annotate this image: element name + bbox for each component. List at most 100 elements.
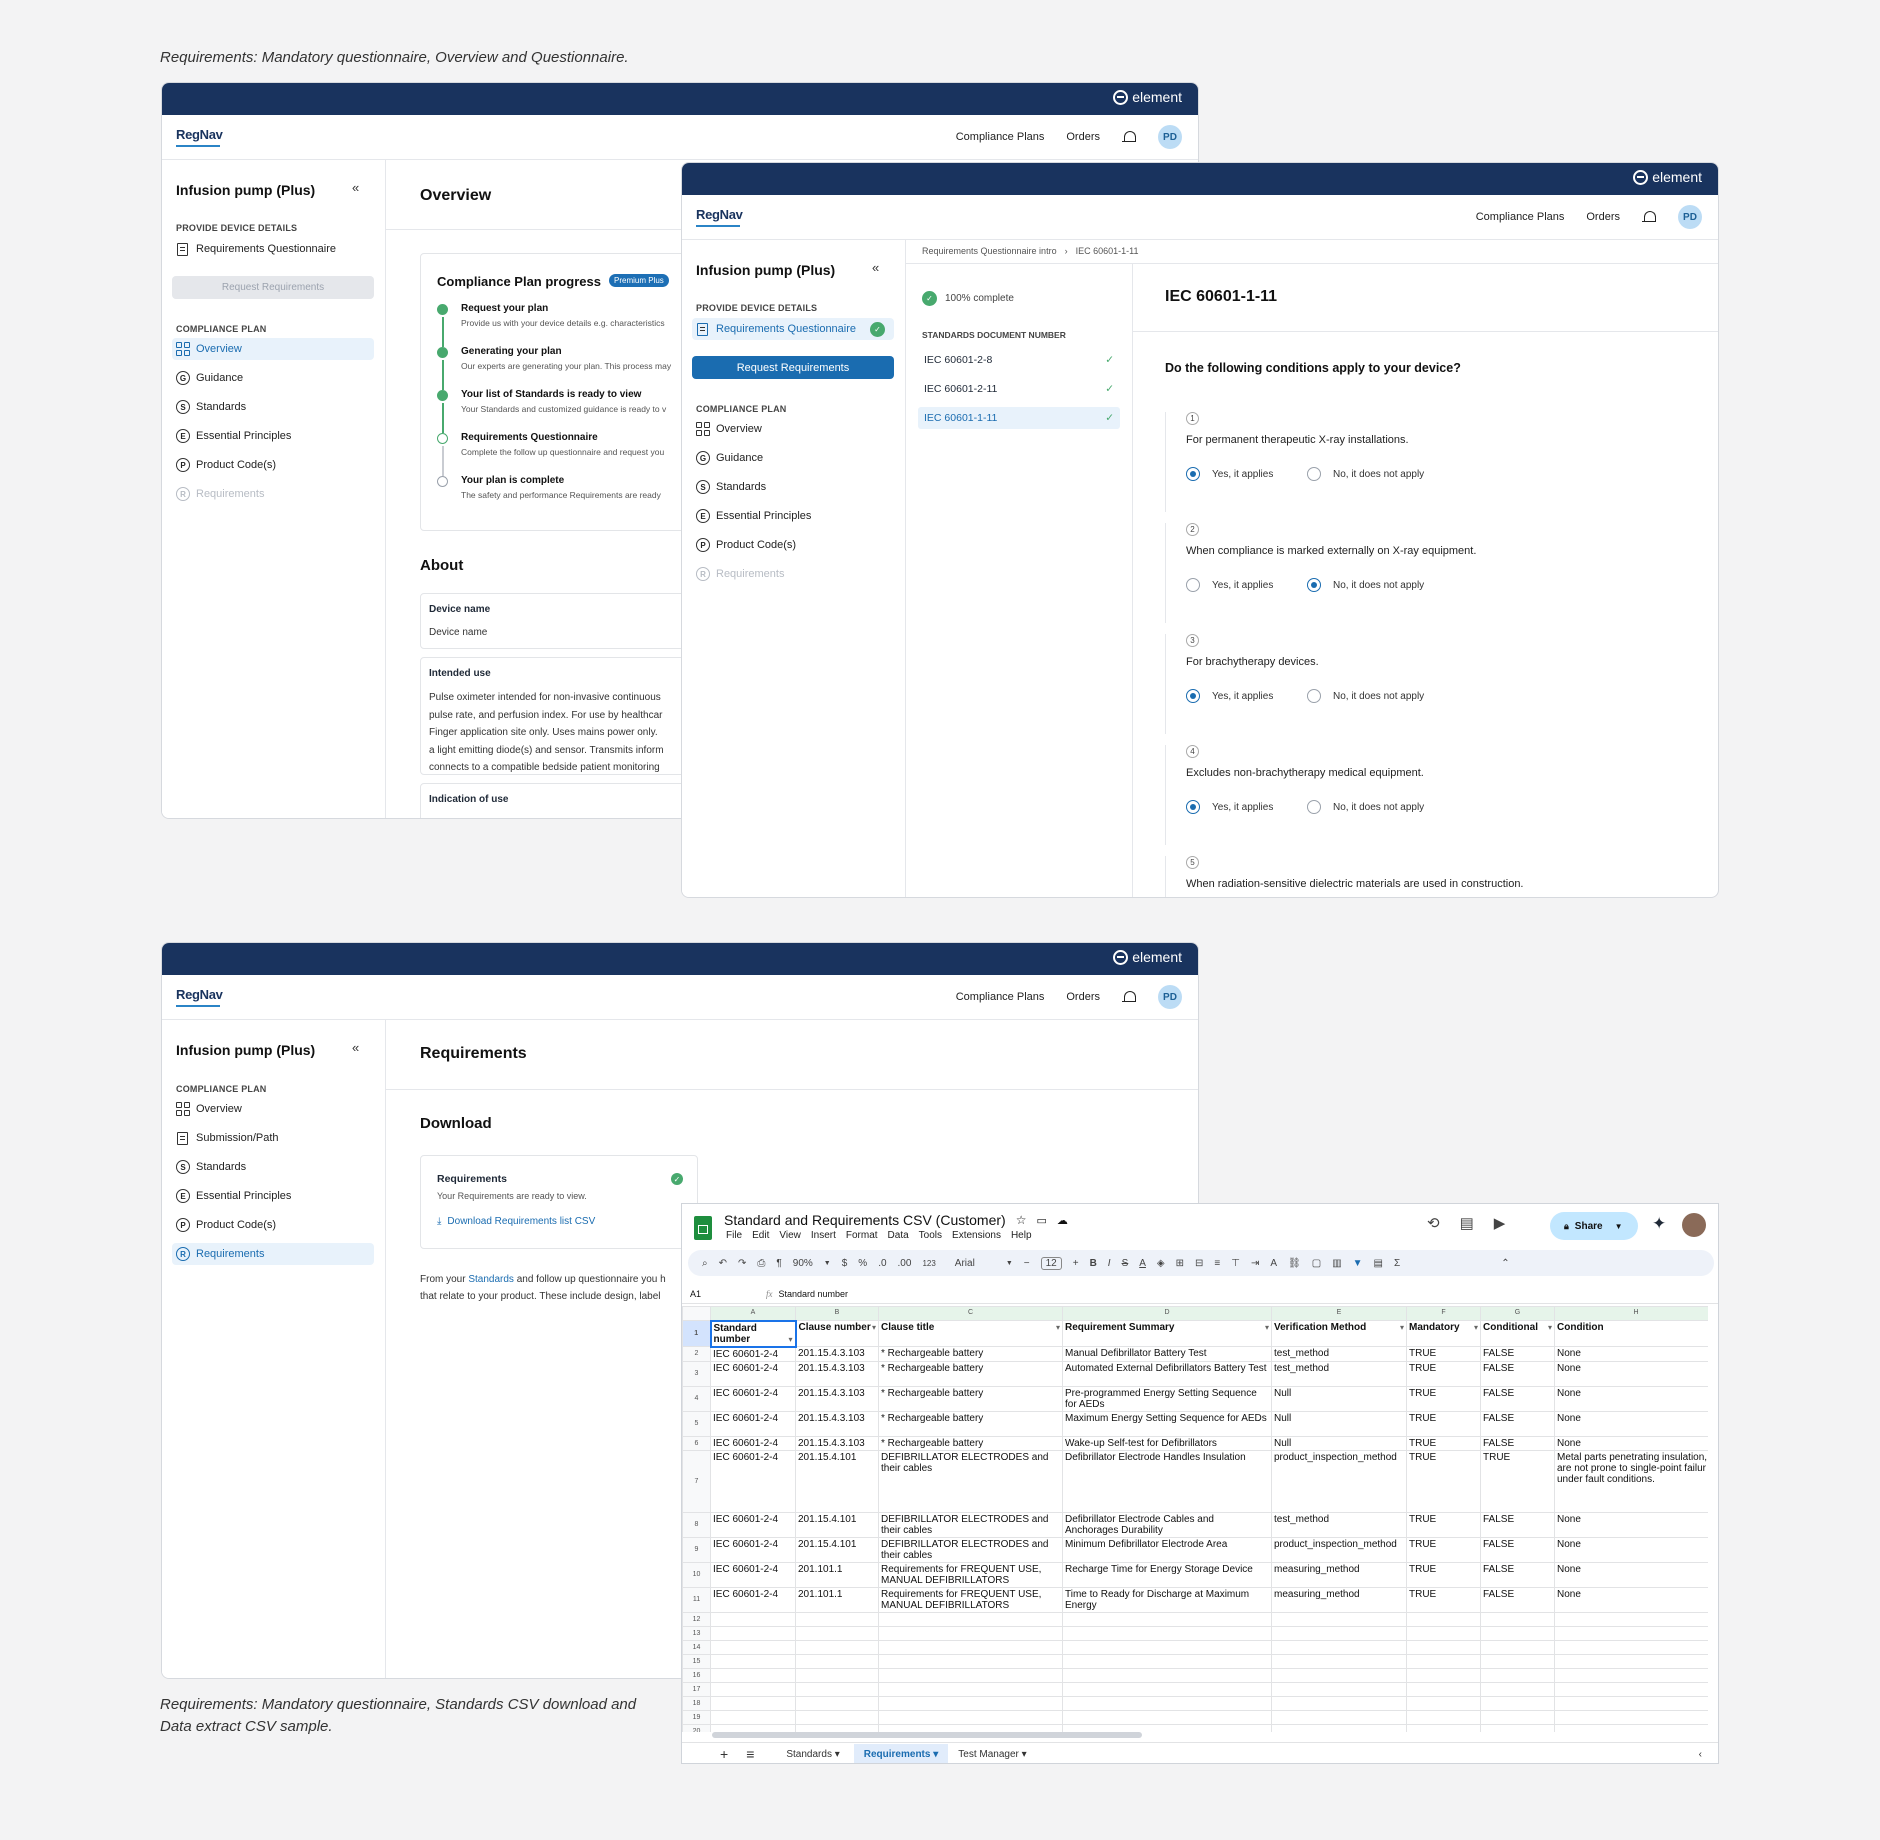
sidebar-item-requirements[interactable]: R Requirements — [172, 1243, 374, 1265]
table-cell[interactable] — [878, 1639, 1063, 1655]
font-size-input[interactable]: 12 — [1040, 1256, 1062, 1270]
table-cell[interactable] — [1406, 1695, 1481, 1711]
table-cell[interactable]: product_inspection_method — [1271, 1536, 1407, 1563]
table-cell[interactable]: TRUE — [1406, 1360, 1481, 1387]
chevron-left-icon[interactable]: ‹ — [1699, 1749, 1702, 1760]
table-cell[interactable]: TRUE — [1406, 1410, 1481, 1437]
table-cell[interactable]: Metal parts penetrating insulation, are … — [1554, 1449, 1708, 1513]
percent-icon[interactable]: % — [858, 1258, 867, 1269]
standard-item[interactable]: IEC 60601-2-8 ✓ — [918, 349, 1120, 371]
table-cell[interactable] — [1480, 1695, 1555, 1711]
radio-yes[interactable]: Yes, it applies — [1186, 467, 1273, 481]
table-cell[interactable]: Recharge Time for Energy Storage Device — [1062, 1561, 1272, 1588]
column-letter[interactable]: E — [1271, 1306, 1407, 1321]
table-cell[interactable] — [1406, 1625, 1481, 1641]
table-cell[interactable]: 201.15.4.101 — [795, 1536, 879, 1563]
breadcrumb-intro[interactable]: Requirements Questionnaire intro — [922, 246, 1057, 256]
orders-link[interactable]: Orders — [1066, 131, 1100, 143]
sidebar-item-essential[interactable]: E Essential Principles — [692, 505, 811, 527]
table-cell[interactable] — [1406, 1653, 1481, 1669]
table-cell[interactable]: 201.101.1 — [795, 1561, 879, 1588]
table-cell[interactable]: IEC 60601-2-4 — [710, 1435, 796, 1451]
borders-icon[interactable]: ⊞ — [1176, 1258, 1184, 1269]
cell-ref-input[interactable]: A1 — [690, 1289, 744, 1299]
column-letter[interactable]: H — [1554, 1306, 1708, 1321]
table-cell[interactable]: IEC 60601-2-4 — [710, 1360, 796, 1387]
regnav-logo[interactable]: RegNav — [176, 987, 223, 1007]
sidebar-item-guidance[interactable]: G Guidance — [692, 447, 763, 469]
table-cell[interactable] — [1554, 1653, 1708, 1669]
radio-icon[interactable] — [1307, 800, 1321, 814]
row-number[interactable]: 9 — [682, 1536, 711, 1563]
radio-icon[interactable] — [1186, 467, 1200, 481]
bell-icon[interactable] — [1122, 990, 1136, 1005]
table-cell[interactable]: TRUE — [1406, 1385, 1481, 1412]
strikethrough-icon[interactable]: S — [1122, 1258, 1129, 1269]
table-cell[interactable]: 201.15.4.3.103 — [795, 1435, 879, 1451]
column-letter[interactable]: D — [1062, 1306, 1272, 1321]
zoom-select[interactable]: 90% — [793, 1258, 813, 1269]
row-number[interactable]: 3 — [682, 1360, 711, 1387]
avatar[interactable] — [1682, 1213, 1706, 1237]
row-number[interactable]: 14 — [682, 1639, 711, 1655]
row-number[interactable]: 8 — [682, 1511, 711, 1538]
filter-icon[interactable]: ▾ — [1056, 1322, 1060, 1333]
radio-icon[interactable] — [1307, 578, 1321, 592]
table-cell[interactable] — [710, 1695, 796, 1711]
table-cell[interactable] — [878, 1653, 1063, 1669]
avatar[interactable]: PD — [1158, 985, 1182, 1009]
folder-icon[interactable]: ▭ — [1036, 1214, 1046, 1227]
filter-icon[interactable]: ▼ — [1353, 1258, 1363, 1269]
request-requirements-button[interactable]: Request Requirements — [692, 356, 894, 379]
row-number[interactable]: 13 — [682, 1625, 711, 1641]
table-cell[interactable]: FALSE — [1480, 1346, 1555, 1362]
menu-view[interactable]: View — [779, 1230, 801, 1241]
table-cell[interactable] — [1062, 1653, 1272, 1669]
table-cell[interactable] — [1480, 1611, 1555, 1627]
table-cell[interactable]: FALSE — [1480, 1536, 1555, 1563]
table-cell[interactable]: Minimum Defibrillator Electrode Area — [1062, 1536, 1272, 1563]
radio-icon[interactable] — [1307, 467, 1321, 481]
table-cell[interactable]: FALSE — [1480, 1410, 1555, 1437]
bell-icon[interactable] — [1122, 130, 1136, 145]
table-cell[interactable]: None — [1554, 1346, 1708, 1362]
column-letter[interactable]: F — [1406, 1306, 1481, 1321]
valign-icon[interactable]: ⊤ — [1231, 1258, 1240, 1269]
header-cell[interactable]: Requirement Summary ▾ — [1062, 1320, 1272, 1347]
comment-icon[interactable]: ▤ — [1460, 1214, 1474, 1232]
radio-no[interactable]: No, it does not apply — [1307, 689, 1424, 703]
share-button[interactable]: 🔒︎ Share ▼ — [1550, 1212, 1638, 1240]
table-cell[interactable]: 201.15.4.3.103 — [795, 1410, 879, 1437]
table-cell[interactable] — [1062, 1667, 1272, 1683]
table-cell[interactable]: 201.15.4.101 — [795, 1449, 879, 1513]
font-size-increase-icon[interactable]: + — [1073, 1258, 1079, 1269]
menu-file[interactable]: File — [726, 1230, 742, 1241]
meet-icon[interactable]: ▶ — [1494, 1214, 1506, 1232]
table-cell[interactable]: test_method — [1271, 1511, 1407, 1538]
table-cell[interactable]: measuring_method — [1271, 1561, 1407, 1588]
row-number[interactable]: 11 — [682, 1586, 711, 1613]
table-cell[interactable] — [1062, 1695, 1272, 1711]
menu-help[interactable]: Help — [1011, 1230, 1032, 1241]
insert-comment-icon[interactable]: ▢ — [1312, 1258, 1321, 1269]
table-cell[interactable] — [710, 1667, 796, 1683]
table-cell[interactable] — [878, 1625, 1063, 1641]
filter-icon[interactable]: ▾ — [1548, 1322, 1552, 1333]
table-cell[interactable]: 201.15.4.3.103 — [795, 1346, 879, 1362]
row-number[interactable]: 17 — [682, 1681, 711, 1697]
table-cell[interactable] — [1480, 1653, 1555, 1669]
filter-views-icon[interactable]: ▤ — [1374, 1258, 1383, 1269]
regnav-logo[interactable]: RegNav — [696, 207, 743, 227]
number-format-icon[interactable]: 123 — [922, 1259, 935, 1268]
radio-no[interactable]: No, it does not apply — [1307, 800, 1424, 814]
sidebar-item-questionnaire[interactable]: Requirements Questionnaire — [172, 238, 336, 260]
add-sheet-button[interactable]: + — [720, 1746, 728, 1762]
table-cell[interactable]: FALSE — [1480, 1435, 1555, 1451]
collapse-icon[interactable]: « — [872, 260, 879, 275]
table-cell[interactable] — [1480, 1681, 1555, 1697]
table-cell[interactable]: test_method — [1271, 1346, 1407, 1362]
table-cell[interactable] — [1480, 1625, 1555, 1641]
row-number[interactable]: 4 — [682, 1385, 711, 1412]
table-cell[interactable] — [1554, 1611, 1708, 1627]
filter-icon[interactable]: ▾ — [788, 1334, 792, 1345]
